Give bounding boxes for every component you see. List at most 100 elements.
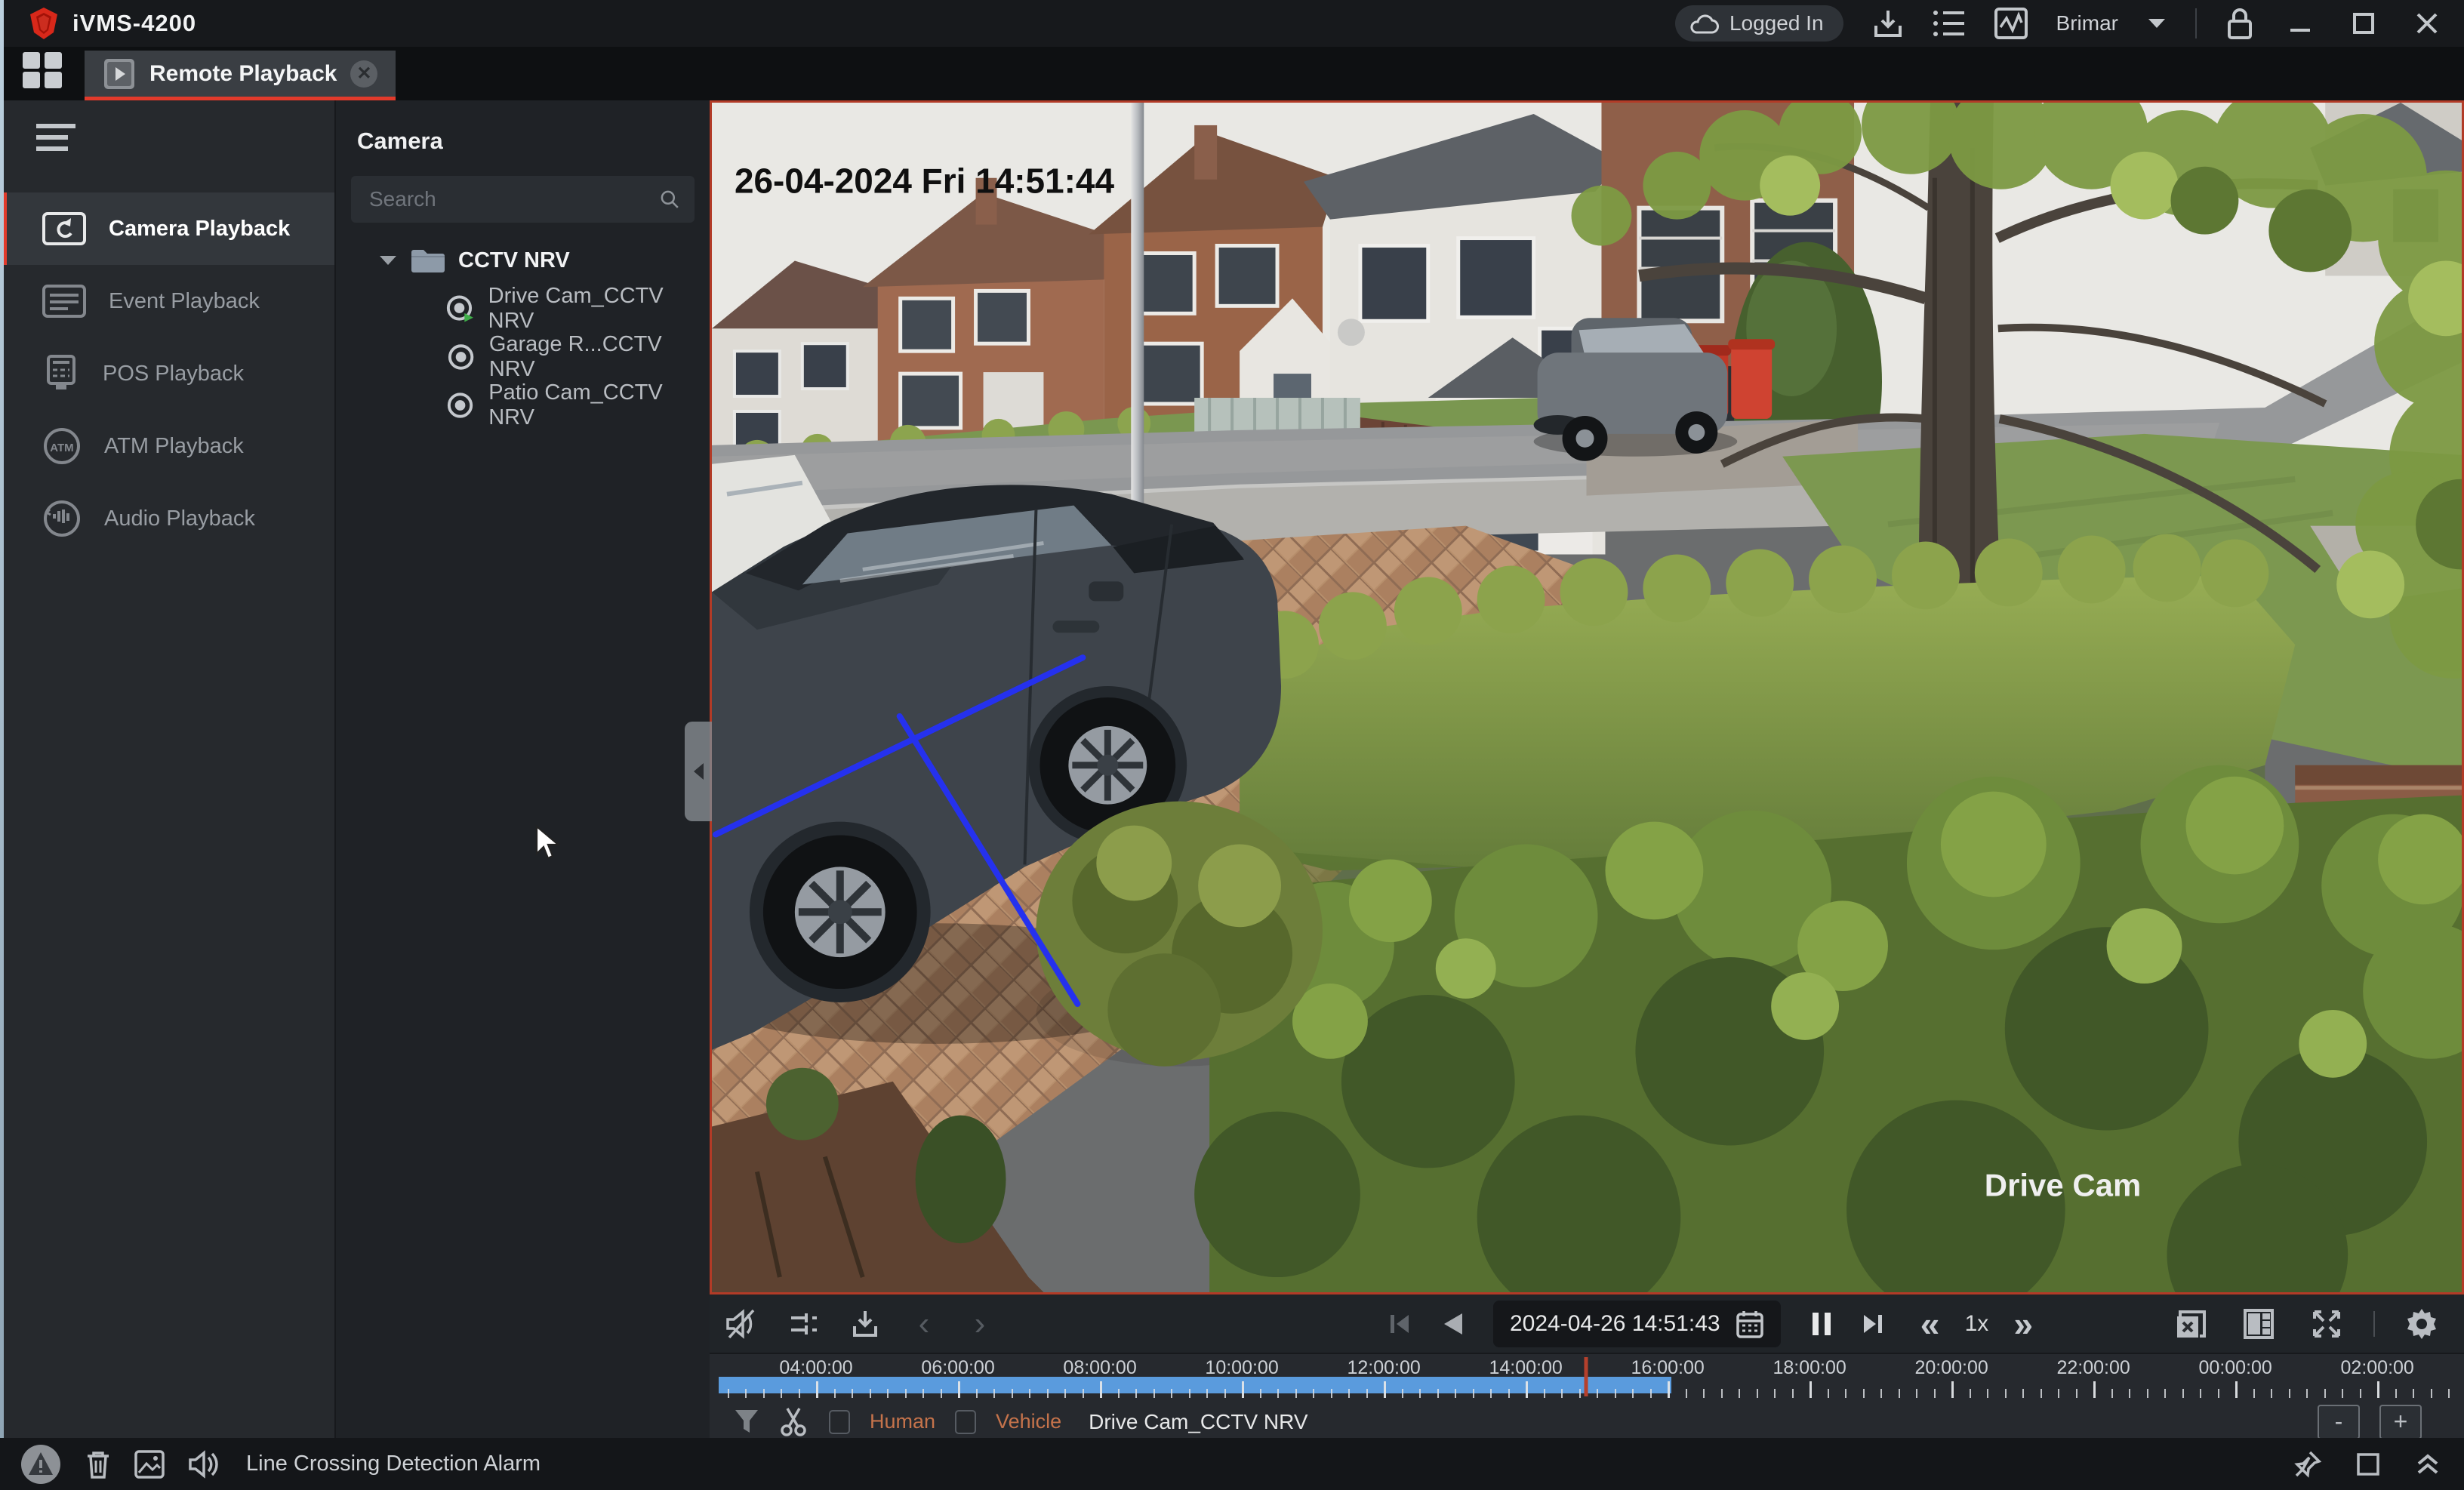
- timeline-tick: [941, 1389, 942, 1398]
- lock-icon[interactable]: [2225, 7, 2254, 40]
- calendar-icon[interactable]: [1736, 1309, 1764, 1339]
- playback-datetime-picker[interactable]: 2024-04-26 14:51:43: [1493, 1301, 1781, 1347]
- filter-icon[interactable]: [734, 1408, 759, 1436]
- alarm-audio-icon[interactable]: [187, 1450, 219, 1479]
- next-file-button[interactable]: ›: [959, 1303, 1001, 1345]
- pause-button[interactable]: [1800, 1303, 1843, 1345]
- timeline-tick: [1402, 1389, 1403, 1398]
- reverse-play-button[interactable]: [1431, 1303, 1474, 1345]
- tree-camera-label: Drive Cam_CCTV NRV: [488, 284, 710, 334]
- tab-remote-playback[interactable]: Remote Playback ✕: [85, 51, 396, 100]
- user-menu[interactable]: Brimar: [2056, 11, 2118, 35]
- speed-up-button[interactable]: »: [2002, 1303, 2044, 1345]
- timeline-tick-label: 10:00:00: [1205, 1357, 1278, 1379]
- timeline-tick: [1863, 1389, 1865, 1398]
- pause-icon: [1810, 1310, 1834, 1338]
- pin-icon[interactable]: [2292, 1449, 2322, 1479]
- audio-mute-button[interactable]: [720, 1303, 762, 1345]
- search-input[interactable]: [351, 187, 660, 211]
- timeline-tick-label: 06:00:00: [921, 1357, 994, 1379]
- sidebar-item-event-playback[interactable]: Event Playback: [0, 265, 334, 337]
- menu-collapse-icon[interactable]: [33, 122, 79, 155]
- timeline-tick: [2413, 1389, 2414, 1398]
- minimize-button[interactable]: [2283, 6, 2318, 41]
- timeline-playhead[interactable]: [1585, 1357, 1588, 1396]
- cloud-icon: [1689, 12, 1719, 35]
- step-forward-button[interactable]: [1852, 1303, 1894, 1345]
- home-grid-icon[interactable]: [21, 51, 63, 90]
- previous-file-button[interactable]: ‹: [903, 1303, 945, 1345]
- tab-close-icon[interactable]: ✕: [350, 60, 377, 88]
- login-status-pill[interactable]: Logged In: [1675, 5, 1843, 42]
- chevron-expand-icon[interactable]: [378, 254, 398, 267]
- clear-alarm-trash-icon[interactable]: [85, 1448, 112, 1480]
- camera-search-box[interactable]: [351, 176, 695, 223]
- stream-filter-button[interactable]: [782, 1303, 824, 1345]
- timeline-tick: [1348, 1389, 1350, 1398]
- sidebar-item-audio-playback[interactable]: Audio Playback: [0, 482, 334, 555]
- timeline-tick: [1970, 1389, 1971, 1398]
- sidebar-item-label: Event Playback: [109, 289, 260, 314]
- timeline-tick: [1845, 1389, 1846, 1398]
- close-all-windows-button[interactable]: [2170, 1303, 2212, 1345]
- human-checkbox-label: Human: [870, 1410, 935, 1433]
- timeline-tick: [852, 1389, 853, 1398]
- pos-playback-icon: [42, 355, 80, 393]
- collapse-panel-up-icon[interactable]: [2414, 1452, 2441, 1477]
- expand-window-icon[interactable]: [2355, 1452, 2381, 1477]
- timeline-tick-label: 00:00:00: [2199, 1357, 2272, 1379]
- timeline-tick: [1934, 1389, 1936, 1398]
- download-manager-icon[interactable]: [1872, 8, 1904, 39]
- titlebar-actions: Logged In Brimar: [1675, 5, 2464, 42]
- speaker-muted-icon: [725, 1309, 758, 1339]
- timeline-tick: [2235, 1381, 2238, 1398]
- tree-group-row[interactable]: CCTV NRV: [336, 236, 710, 285]
- osd-timestamp: 26-04-2024 Fri 14:51:44: [735, 162, 1115, 201]
- sidebar-item-atm-playback[interactable]: ATM ATM Playback: [0, 410, 334, 482]
- timeline-scale[interactable]: 04:00:0006:00:0008:00:0010:00:0012:00:00…: [710, 1354, 2464, 1404]
- timeline-tick: [2342, 1389, 2343, 1398]
- human-checkbox[interactable]: [829, 1410, 850, 1434]
- sidebar-item-label: ATM Playback: [104, 434, 244, 459]
- maximize-button[interactable]: [2346, 6, 2381, 41]
- tree-camera-row[interactable]: Drive Cam_CCTV NRV: [336, 285, 710, 333]
- timeline-tick: [2431, 1389, 2432, 1398]
- scissors-clip-icon[interactable]: [779, 1407, 809, 1437]
- timeline-tick: [993, 1389, 995, 1398]
- timeline-tick: [1419, 1389, 1421, 1398]
- playback-settings-button[interactable]: [2401, 1303, 2443, 1345]
- timeline-tick-label: 14:00:00: [1489, 1357, 1562, 1379]
- step-backward-button[interactable]: [1378, 1303, 1421, 1345]
- window-layout-button[interactable]: [2238, 1303, 2280, 1345]
- timeline-tick: [2306, 1389, 2308, 1398]
- alarm-center-icon[interactable]: [20, 1443, 62, 1485]
- download-clip-button[interactable]: [844, 1303, 886, 1345]
- fullscreen-button[interactable]: [2305, 1303, 2348, 1345]
- speed-down-button[interactable]: «: [1909, 1303, 1951, 1345]
- chevron-down-icon[interactable]: [2147, 17, 2167, 30]
- grid-layout-icon: [2242, 1307, 2275, 1341]
- reverse-play-icon: [1440, 1310, 1465, 1338]
- timeline-tick: [2005, 1389, 2007, 1398]
- panel-collapse-handle[interactable]: [685, 722, 712, 821]
- timeline-tick: [976, 1389, 978, 1398]
- vehicle-checkbox[interactable]: [955, 1410, 976, 1434]
- alarm-picture-icon[interactable]: [134, 1450, 165, 1479]
- sidebar-item-camera-playback[interactable]: Camera Playback: [0, 192, 334, 265]
- system-monitor-icon[interactable]: [1994, 8, 2028, 39]
- timeline-zoom-out-button[interactable]: -: [2318, 1405, 2360, 1439]
- timeline-tick: [1118, 1389, 1120, 1398]
- fullscreen-icon: [2310, 1307, 2343, 1341]
- tree-camera-row[interactable]: Patio Cam_CCTV NRV: [336, 381, 710, 429]
- playback-speed[interactable]: 1x: [1965, 1311, 1989, 1337]
- video-window[interactable]: 26-04-2024 Fri 14:51:44 Drive Cam: [710, 100, 2464, 1295]
- timeline-tick-label: 08:00:00: [1063, 1357, 1136, 1379]
- step-forward-icon: [1859, 1310, 1886, 1338]
- close-button[interactable]: [2410, 6, 2444, 41]
- timeline-zoom-in-button[interactable]: +: [2379, 1405, 2422, 1439]
- timeline-tick: [1668, 1381, 1670, 1398]
- sidebar-item-pos-playback[interactable]: POS Playback: [0, 337, 334, 410]
- timeline-tick: [958, 1381, 960, 1398]
- task-list-icon[interactable]: [1933, 8, 1966, 38]
- tree-camera-row[interactable]: Garage R...CCTV NRV: [336, 333, 710, 381]
